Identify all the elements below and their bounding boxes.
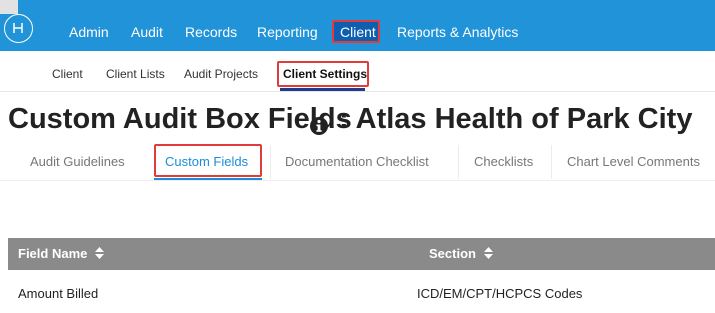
nav-admin[interactable]: Admin [69, 23, 109, 41]
info-circle-icon[interactable] [309, 116, 329, 136]
client-name-title: : Atlas Health of Park City [339, 103, 693, 135]
column-header-section-label: Section [429, 246, 476, 261]
cell-section: ICD/EM/CPT/HCPCS Codes [417, 286, 583, 301]
tab-custom-fields-label: Custom Fields [165, 154, 249, 169]
subnav-client-lists[interactable]: Client Lists [106, 67, 165, 81]
nav-audit[interactable]: Audit [131, 23, 163, 41]
table-row[interactable] [8, 270, 715, 313]
nav-reporting[interactable]: Reporting [257, 23, 318, 41]
page-title: Custom Audit Box Fields [8, 103, 352, 135]
sort-icon [483, 247, 493, 259]
subnav-audit-projects[interactable]: Audit Projects [184, 67, 258, 81]
table-header [8, 238, 715, 270]
tab-custom-fields[interactable]: Custom Fields [154, 144, 262, 177]
tab-divider [458, 145, 459, 179]
subnav-client-settings-label: Client Settings [283, 67, 368, 81]
subnav-active-underline [280, 88, 365, 91]
column-header-section[interactable]: Section [429, 246, 493, 262]
column-header-field-name[interactable]: Field Name [18, 246, 104, 262]
column-header-field-name-label: Field Name [18, 246, 88, 261]
tab-chart-level-comments[interactable]: Chart Level Comments [567, 154, 700, 170]
nav-client[interactable]: Client [332, 20, 380, 43]
nav-records[interactable]: Records [185, 23, 237, 41]
tab-checklists[interactable]: Checklists [474, 154, 533, 170]
background-window-strip [0, 0, 18, 14]
nav-client-label: Client [340, 24, 376, 40]
nav-reports-analytics[interactable]: Reports & Analytics [397, 23, 518, 41]
tab-audit-guidelines[interactable]: Audit Guidelines [30, 154, 125, 170]
sort-icon [94, 247, 104, 259]
tab-divider [270, 145, 271, 179]
subnav-client[interactable]: Client [52, 67, 83, 81]
tabs-bottom-border [0, 180, 715, 181]
h-circle-logo-icon[interactable] [4, 14, 33, 43]
cell-field-name: Amount Billed [18, 286, 99, 301]
tab-divider [551, 145, 552, 179]
tab-documentation-checklist[interactable]: Documentation Checklist [285, 154, 429, 170]
subnav-client-settings[interactable]: Client Settings [277, 61, 369, 87]
